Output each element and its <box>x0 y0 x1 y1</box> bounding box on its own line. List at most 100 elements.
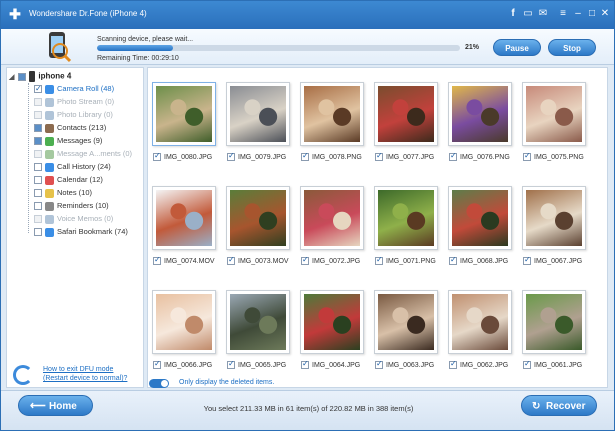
sidebar-item-label[interactable]: Safari Bookmark (74) <box>57 227 128 236</box>
sidebar-item[interactable]: Messages (9) <box>34 135 102 147</box>
deleted-only-label[interactable]: Only display the deleted items. <box>179 379 274 386</box>
photo-checkbox[interactable] <box>375 151 383 162</box>
dfu-help-line1[interactable]: How to exit DFU mode <box>43 365 127 374</box>
photo-image <box>378 294 434 350</box>
dfu-help-link[interactable]: How to exit DFU mode (Restart device to … <box>13 363 143 387</box>
sidebar-item[interactable]: Notes (10) <box>34 187 92 199</box>
photo-thumbnail[interactable] <box>448 290 512 354</box>
sidebar-item-checkbox <box>34 150 42 159</box>
photo-thumbnail[interactable] <box>448 82 512 146</box>
photo-checkbox[interactable] <box>523 255 531 266</box>
sidebar-item[interactable]: Safari Bookmark (74) <box>34 226 128 238</box>
sidebar-item-label[interactable]: Reminders (10) <box>57 201 109 210</box>
sidebar-item[interactable]: Contacts (213) <box>34 122 106 134</box>
photo-thumbnail[interactable] <box>152 186 216 250</box>
photo-checkbox[interactable] <box>523 359 531 370</box>
photo-thumbnail[interactable] <box>374 290 438 354</box>
sidebar-item-checkbox[interactable] <box>34 83 42 95</box>
sidebar-item[interactable]: Message A...ments (0) <box>34 148 132 160</box>
photo-thumbnail[interactable] <box>300 186 364 250</box>
photo-thumbnail[interactable] <box>226 290 290 354</box>
photo-thumbnail[interactable] <box>374 186 438 250</box>
photo-checkbox[interactable] <box>523 151 531 162</box>
photo-thumbnail[interactable] <box>300 290 364 354</box>
sidebar-item[interactable]: Call History (24) <box>34 161 111 173</box>
sidebar-item[interactable]: Reminders (10) <box>34 200 109 212</box>
photo-checkbox[interactable] <box>449 151 457 162</box>
device-checkbox[interactable] <box>18 72 27 81</box>
photo-thumbnail[interactable] <box>226 186 290 250</box>
photo-thumbnail[interactable] <box>374 82 438 146</box>
dfu-help-line2[interactable]: (Restart device to normal)? <box>43 374 127 383</box>
category-icon <box>45 175 54 185</box>
sidebar-item-checkbox[interactable] <box>34 137 42 146</box>
sidebar-item[interactable]: Voice Memos (0) <box>34 213 113 225</box>
sidebar-item-label[interactable]: Photo Library (0) <box>57 110 113 119</box>
device-tree-root[interactable]: ◢ iphone 4 <box>9 71 71 83</box>
photo-checkbox[interactable] <box>227 359 235 370</box>
photo-thumbnail[interactable] <box>226 82 290 146</box>
recover-button[interactable]: ↻ Recover <box>521 395 597 416</box>
photo-thumbnail[interactable] <box>522 82 586 146</box>
sidebar-item-label[interactable]: Messages (9) <box>57 136 102 145</box>
sidebar-item-label[interactable]: Notes (10) <box>57 188 92 197</box>
sidebar-item-label[interactable]: Calendar (12) <box>57 175 103 184</box>
category-icon <box>45 136 54 146</box>
photo-thumbnail[interactable] <box>152 290 216 354</box>
photo-image <box>304 190 360 246</box>
sidebar-item[interactable]: Calendar (12) <box>34 174 103 186</box>
stop-button[interactable]: Stop <box>548 39 596 56</box>
sidebar-item-checkbox[interactable] <box>34 228 42 237</box>
category-icon <box>45 123 54 133</box>
device-name: iphone 4 <box>38 71 72 81</box>
sidebar-item-checkbox[interactable] <box>34 189 42 198</box>
photo-checkbox[interactable] <box>301 255 309 266</box>
deleted-only-toggle[interactable] <box>149 379 169 388</box>
collapse-arrow-icon[interactable]: ◢ <box>9 74 14 81</box>
sidebar-item[interactable]: Camera Roll (48) <box>34 83 114 95</box>
photo-checkbox[interactable] <box>375 255 383 266</box>
sidebar-item[interactable]: Photo Stream (0) <box>34 96 114 108</box>
photo-filename: IMG_0078.PNG <box>312 154 362 161</box>
maximize-icon[interactable]: □ <box>586 8 598 20</box>
restart-icon <box>13 365 33 385</box>
photo-filename: IMG_0074.MOV <box>164 258 215 265</box>
photo-checkbox[interactable] <box>227 151 235 162</box>
photo-checkbox[interactable] <box>227 255 235 266</box>
sidebar-item-label[interactable]: Call History (24) <box>57 162 111 171</box>
sidebar-item-label[interactable]: Contacts (213) <box>57 123 106 132</box>
chat-icon[interactable]: ▭ <box>522 8 534 20</box>
menu-icon[interactable]: ≡ <box>557 8 569 20</box>
photo-checkbox[interactable] <box>153 151 161 162</box>
sidebar-item-label[interactable]: Voice Memos (0) <box>57 214 113 223</box>
recover-button-label[interactable]: Recover <box>546 396 585 417</box>
photo-checkbox[interactable] <box>301 151 309 162</box>
photo-thumbnail[interactable] <box>300 82 364 146</box>
close-icon[interactable]: ✕ <box>599 8 611 20</box>
sidebar-item-label[interactable]: Message A...ments (0) <box>57 149 132 158</box>
sidebar-item-checkbox[interactable] <box>34 176 42 185</box>
feedback-icon[interactable]: ✉ <box>537 8 549 20</box>
pause-button[interactable]: Pause <box>493 39 541 56</box>
sidebar-item-checkbox[interactable] <box>34 202 42 211</box>
sidebar-item-checkbox[interactable] <box>34 163 42 172</box>
sidebar-item-checkbox[interactable] <box>34 124 42 133</box>
minimize-icon[interactable]: – <box>572 8 584 20</box>
photo-image <box>230 190 286 246</box>
sidebar-item[interactable]: Photo Library (0) <box>34 109 113 121</box>
facebook-icon[interactable]: f <box>507 8 519 20</box>
photo-checkbox[interactable] <box>301 359 309 370</box>
photo-checkbox[interactable] <box>375 359 383 370</box>
photo-image <box>230 294 286 350</box>
photo-thumbnail[interactable] <box>522 186 586 250</box>
sidebar-item-label[interactable]: Photo Stream (0) <box>57 97 114 106</box>
photo-checkbox[interactable] <box>449 255 457 266</box>
photo-checkbox[interactable] <box>449 359 457 370</box>
photo-checkbox[interactable] <box>153 255 161 266</box>
photo-checkbox[interactable] <box>153 359 161 370</box>
dfu-help-text[interactable]: How to exit DFU mode (Restart device to … <box>43 365 127 383</box>
sidebar-item-label[interactable]: Camera Roll (48) <box>57 84 114 93</box>
photo-thumbnail[interactable] <box>522 290 586 354</box>
photo-thumbnail[interactable] <box>152 82 216 146</box>
photo-thumbnail[interactable] <box>448 186 512 250</box>
